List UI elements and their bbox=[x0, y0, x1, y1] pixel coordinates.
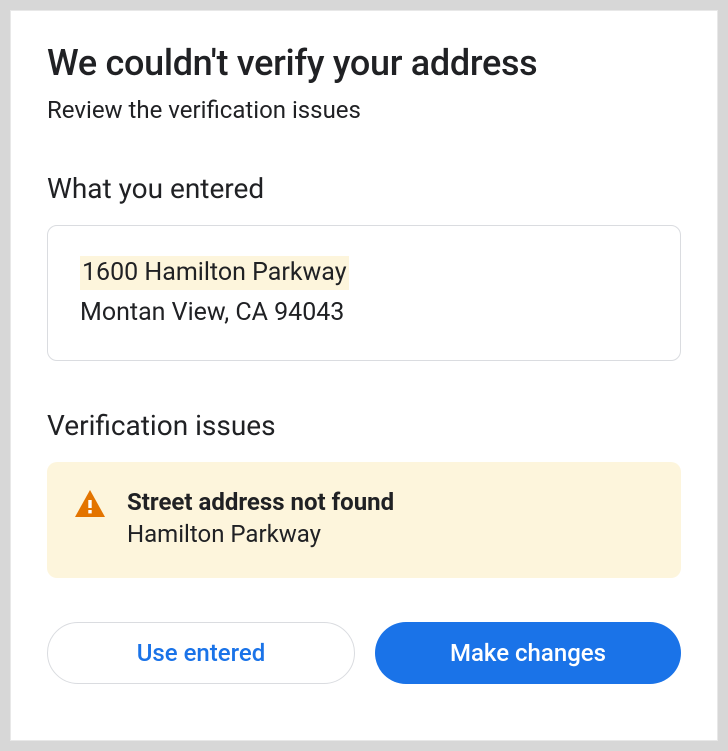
address-verification-dialog: We couldn't verify your address Review t… bbox=[10, 10, 718, 741]
entered-address-line2: Montan View, CA 94043 bbox=[80, 296, 648, 330]
entered-section-label: What you entered bbox=[47, 172, 681, 205]
warning-icon bbox=[75, 490, 105, 521]
make-changes-button[interactable]: Make changes bbox=[375, 622, 681, 684]
issue-title: Street address not found bbox=[127, 488, 394, 516]
button-row: Use entered Make changes bbox=[47, 622, 681, 684]
issues-section-label: Verification issues bbox=[47, 409, 681, 442]
issue-text: Street address not found Hamilton Parkwa… bbox=[127, 488, 394, 548]
issue-detail: Hamilton Parkway bbox=[127, 520, 394, 548]
dialog-subtitle: Review the verification issues bbox=[47, 96, 681, 124]
entered-address-box: 1600 Hamilton Parkway Montan View, CA 94… bbox=[47, 225, 681, 361]
use-entered-button[interactable]: Use entered bbox=[47, 622, 355, 684]
entered-address-line1: 1600 Hamilton Parkway bbox=[80, 256, 349, 290]
dialog-title: We couldn't verify your address bbox=[47, 41, 681, 86]
verification-issue-box: Street address not found Hamilton Parkwa… bbox=[47, 462, 681, 578]
